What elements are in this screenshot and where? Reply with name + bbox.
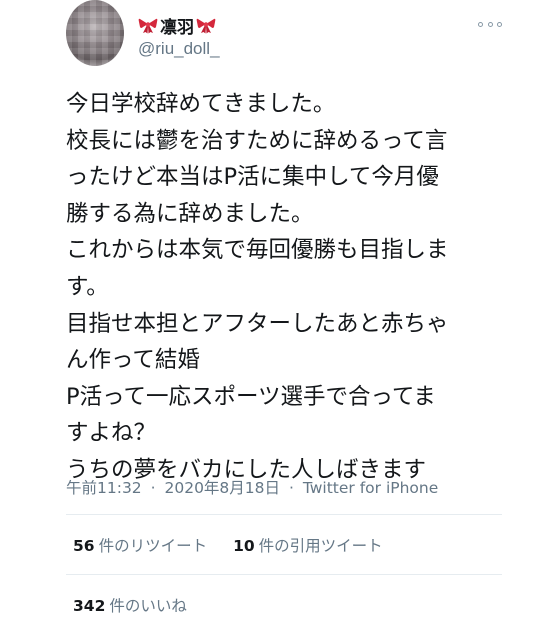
quotes-stat[interactable]: 10 件の引用ツイート <box>233 534 383 556</box>
likes-stat[interactable]: 342 件のいいね <box>73 594 187 616</box>
display-name: 凛羽 <box>160 17 194 38</box>
tweet-time[interactable]: 午前11:32 <box>66 479 142 497</box>
likes-label: 件のいいね <box>109 597 187 615</box>
tweet-line: 目指せ本担とアフターしたあと赤ちゃ <box>66 310 449 337</box>
tweet-line: すよね？ <box>66 420 157 447</box>
ribbon-icon <box>196 18 216 34</box>
tweet-line: これからは本気で毎回優勝も目指しま <box>66 237 449 264</box>
tweet-line: 校長には鬱を治すために辞めるって言 <box>66 127 448 154</box>
tweet-meta: 午前11:32 · 2020年8月18日 · Twitter for iPhon… <box>66 476 438 498</box>
quotes-count: 10 <box>233 537 255 555</box>
tweet-text: 今日学校辞めてきました。 校長には鬱を治すために辞めるって言 ったけど本当はP活… <box>66 86 506 489</box>
tweet-source[interactable]: Twitter for iPhone <box>303 479 438 497</box>
divider <box>66 574 502 575</box>
tweet-card: 凛羽 @riu_doll_ 今日学校辞めてきました。 校長には鬱を治すために辞め… <box>0 0 550 627</box>
user-handle[interactable]: @riu_doll_ <box>138 39 220 59</box>
divider <box>66 514 502 515</box>
tweet-line: 勝する為に辞めました。 <box>66 200 314 227</box>
tweet-line: ん作って結婚 <box>66 347 200 374</box>
meta-separator: · <box>150 479 156 497</box>
retweets-stat[interactable]: 56 件のリツイート <box>73 534 207 556</box>
tweet-date[interactable]: 2020年8月18日 <box>164 479 280 497</box>
quotes-label: 件の引用ツイート <box>258 537 383 555</box>
tweet-line: ったけど本当はP活に集中して今月優 <box>66 164 439 191</box>
likes-count: 342 <box>73 597 106 615</box>
more-options-icon[interactable] <box>478 17 502 31</box>
tweet-line: P活って一応スポーツ選手で合ってま <box>66 383 436 410</box>
meta-separator: · <box>288 479 294 497</box>
tweet-line: す。 <box>66 273 109 300</box>
tweet-line: 今日学校辞めてきました。 <box>66 91 336 117</box>
display-name-row[interactable]: 凛羽 <box>138 13 216 38</box>
ribbon-icon <box>138 18 158 34</box>
retweets-label: 件のリツイート <box>98 537 208 555</box>
engagement-stats: 56 件のリツイート 10 件の引用ツイート <box>73 534 383 556</box>
retweets-count: 56 <box>73 537 95 555</box>
user-avatar[interactable] <box>66 0 124 66</box>
